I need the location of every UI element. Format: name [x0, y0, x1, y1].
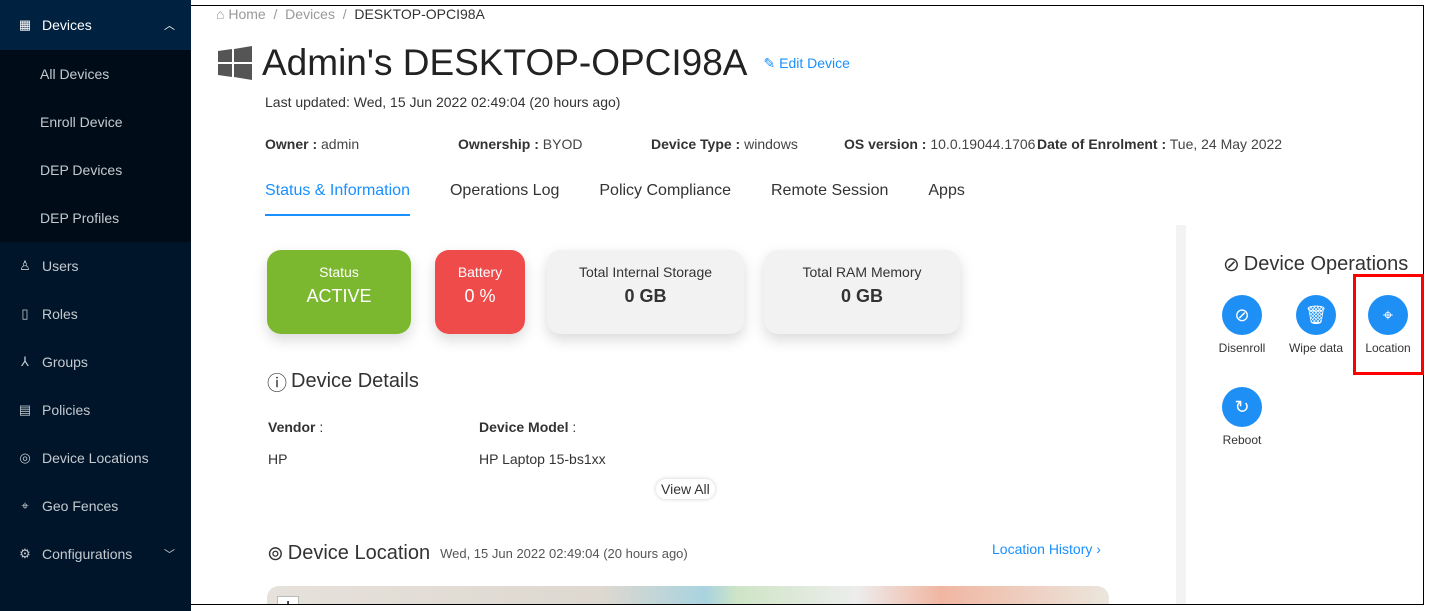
sidebar-item-groups[interactable]: ⅄ Groups	[0, 338, 191, 386]
block-icon: ⊘	[1222, 295, 1262, 335]
sidebar-item-geo-fences[interactable]: ⌖ Geo Fences	[0, 482, 191, 530]
meta-owner: Owner : admin	[265, 136, 360, 152]
grid-icon: ▦	[18, 17, 32, 32]
home-icon: ⌂	[216, 6, 225, 22]
edit-icon: ✎	[763, 54, 776, 71]
vendor-label: Vendor :	[268, 419, 324, 435]
sidebar-item-device-locations[interactable]: ◎ Device Locations	[0, 434, 191, 482]
sidebar-item-dep-devices[interactable]: DEP Devices	[0, 146, 191, 194]
tab-status-information[interactable]: Status & Information	[265, 182, 410, 216]
cluster-icon: ⅄	[21, 354, 29, 369]
wipe-data-button[interactable]: 🗑 Wipe data	[1281, 295, 1351, 355]
pin-icon: ⊚	[267, 543, 284, 565]
windows-icon	[218, 46, 252, 80]
sidebar-item-enroll-device[interactable]: Enroll Device	[0, 98, 191, 146]
device-location-heading: ⊚ Device Location Wed, 15 Jun 2022 02:49:0…	[267, 542, 688, 565]
sidebar-item-configurations[interactable]: ⚙ Configurations ﹀	[0, 530, 191, 578]
main-content: ⌂ Home / Devices / DESKTOP-OPCI98A Admin…	[191, 5, 1424, 605]
edit-device-link[interactable]: ✎ Edit Device	[763, 55, 849, 72]
meta-ownership: Ownership : BYOD	[458, 136, 583, 152]
breadcrumb-home[interactable]: Home	[228, 6, 265, 22]
sidebar-item-all-devices[interactable]: All Devices	[0, 50, 191, 98]
location-map[interactable]: +	[267, 586, 1109, 604]
chevron-up-icon: ︿	[164, 20, 175, 32]
location-history-link[interactable]: Location History ›	[992, 541, 1101, 557]
info-icon: ⓘ	[267, 373, 287, 395]
chevron-right-icon: ›	[1096, 541, 1101, 557]
tabs: Status & Information Operations Log Poli…	[265, 182, 965, 216]
geofence-icon: ⌖	[21, 498, 29, 513]
meta-device-type: Device Type : windows	[651, 136, 798, 152]
tab-policy-compliance[interactable]: Policy Compliance	[599, 182, 731, 216]
zoom-in-button[interactable]: +	[277, 596, 299, 604]
model-value: HP Laptop 15-bs1xx	[479, 451, 606, 467]
meta-enrolment: Date of Enrolment : Tue, 24 May 2022	[1037, 136, 1283, 152]
trash-icon: 🗑	[1296, 295, 1336, 335]
sidebar-item-devices[interactable]: ▦ Devices ︿	[0, 0, 191, 50]
tab-remote-session[interactable]: Remote Session	[771, 182, 888, 216]
check-circle-icon: ⊘	[1223, 254, 1240, 276]
disenroll-button[interactable]: ⊘ Disenroll	[1207, 295, 1277, 355]
view-all-button[interactable]: View All	[656, 479, 715, 499]
last-updated: Last updated: Wed, 15 Jun 2022 02:49:04 …	[265, 94, 621, 110]
status-card: Status ACTIVE	[267, 250, 411, 334]
meta-os-version: OS version : 10.0.19044.1706	[844, 136, 1036, 152]
tab-apps[interactable]: Apps	[928, 182, 964, 216]
model-label: Device Model :	[479, 419, 577, 435]
breadcrumb-devices[interactable]: Devices	[285, 6, 335, 22]
device-details-heading: ⓘ Device Details	[267, 367, 419, 396]
sidebar-item-dep-profiles[interactable]: DEP Profiles	[0, 194, 191, 242]
reboot-icon: ↻	[1222, 387, 1262, 427]
reboot-button[interactable]: ↻ Reboot	[1207, 387, 1277, 447]
pin-icon: ◎	[19, 450, 31, 465]
tab-operations-log[interactable]: Operations Log	[450, 182, 559, 216]
user-icon: ♙	[19, 258, 31, 273]
ram-card: Total RAM Memory 0 GB	[764, 250, 960, 334]
battery-card: Battery 0 %	[435, 250, 525, 334]
sidebar-item-roles[interactable]: ▯ Roles	[0, 290, 191, 338]
book-icon: ▯	[21, 306, 29, 321]
storage-card: Total Internal Storage 0 GB	[547, 250, 744, 334]
gear-icon: ⚙	[19, 546, 31, 561]
breadcrumb-current: DESKTOP-OPCI98A	[354, 6, 485, 22]
policy-icon: ▤	[18, 402, 32, 417]
breadcrumb: ⌂ Home / Devices / DESKTOP-OPCI98A	[216, 6, 485, 22]
chevron-down-icon: ﹀	[164, 549, 175, 561]
page-title: Admin's DESKTOP-OPCI98A	[262, 42, 748, 83]
vendor-value: HP	[268, 451, 288, 467]
highlight-box	[1353, 274, 1424, 375]
sidebar: ▦ Devices ︿ All Devices Enroll Device DEP …	[0, 0, 191, 611]
sidebar-item-users[interactable]: ♙ Users	[0, 242, 191, 290]
sidebar-item-policies[interactable]: ▤ Policies	[0, 386, 191, 434]
